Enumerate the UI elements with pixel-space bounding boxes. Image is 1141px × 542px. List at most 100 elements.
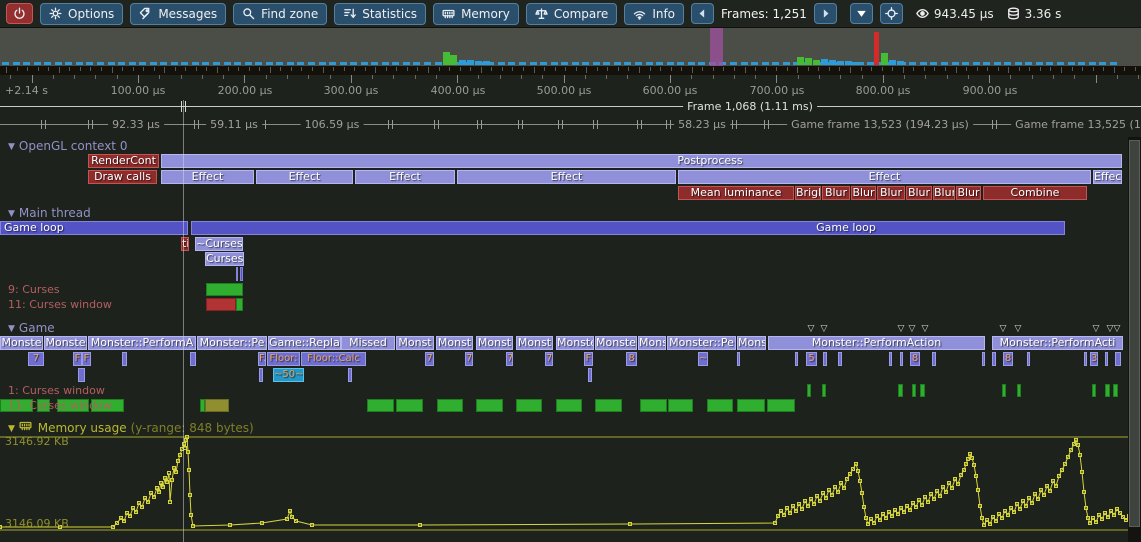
zone-bar[interactable]: 8	[910, 352, 920, 366]
options-button[interactable]: Options	[40, 3, 123, 25]
frame-bar[interactable]	[994, 62, 1001, 65]
lock-bar[interactable]	[1105, 384, 1110, 397]
frame-bar[interactable]	[1004, 62, 1011, 65]
frame-bar[interactable]	[65, 62, 72, 65]
frame-bar[interactable]	[1036, 62, 1043, 65]
zone-bar[interactable]: Blur	[851, 186, 876, 200]
zone-bar[interactable]: 7	[545, 352, 553, 366]
collapsed-zones-marker[interactable]: ▽	[1093, 324, 1100, 334]
frame-bar[interactable]	[624, 62, 631, 65]
frame-bar[interactable]	[483, 61, 490, 65]
zone-bar[interactable]: Monster::PerformAction	[768, 336, 985, 350]
scrollbar[interactable]	[1128, 137, 1141, 542]
frame-bar[interactable]	[392, 62, 399, 65]
zone-bar[interactable]: F	[584, 352, 593, 366]
zone-bar[interactable]	[259, 368, 263, 382]
frame-bar[interactable]	[874, 32, 879, 65]
frame-bar[interactable]	[266, 62, 273, 65]
frame-bar[interactable]	[762, 62, 769, 65]
frame-bar[interactable]	[297, 62, 304, 65]
selected-frame-highlight[interactable]	[710, 28, 723, 66]
zone-bar[interactable]: Game loop	[0, 221, 188, 235]
zone-bar[interactable]: F	[73, 352, 82, 366]
lock-bar[interactable]	[556, 399, 582, 412]
zone-bar[interactable]: Blur	[877, 186, 905, 200]
lock-bar[interactable]	[707, 399, 733, 412]
frame-bar[interactable]	[973, 62, 980, 65]
game-frame-band[interactable]: 92.33 µs59.11 µs106.59 µs58.23 µsGame fr…	[0, 116, 1141, 133]
zone-bar[interactable]: Monste	[44, 336, 87, 350]
frame-band[interactable]: Frame 1,068 (1.11 ms)	[0, 100, 1141, 114]
zone-bar[interactable]: Draw calls	[88, 170, 157, 184]
frame-bar[interactable]	[202, 62, 209, 65]
zone-bar[interactable]: Effect	[457, 170, 676, 184]
frame-bar[interactable]	[688, 62, 695, 65]
zone-bar[interactable]: Effect	[256, 170, 353, 184]
zone-bar[interactable]: Monster::Pe	[667, 336, 736, 350]
lock-bar[interactable]	[767, 399, 795, 412]
frame-bar[interactable]	[181, 62, 188, 65]
lock-bar[interactable]	[437, 399, 463, 412]
zone-bar[interactable]: Missed	[341, 336, 395, 350]
zone-bar[interactable]	[823, 352, 827, 366]
zone-bar[interactable]: RenderCont	[88, 154, 159, 168]
frame-bar[interactable]	[983, 62, 990, 65]
frame-bar[interactable]	[1025, 62, 1032, 65]
lock-bar[interactable]	[516, 399, 542, 412]
lock-bar[interactable]	[1092, 384, 1096, 397]
zone-bar[interactable]: Monster::PerformActi	[992, 336, 1123, 350]
frame-bar[interactable]	[930, 62, 937, 65]
frame-bar[interactable]	[540, 62, 547, 65]
zone-bar[interactable]	[240, 267, 243, 281]
memory-button[interactable]: Memory	[433, 3, 519, 25]
collapsed-zones-marker[interactable]: ▽	[808, 324, 815, 334]
lock-bar[interactable]	[367, 399, 394, 412]
memory-section-header[interactable]: ▼ Memory usage(y-range: 848 bytes)	[8, 419, 254, 435]
lock-bar[interactable]	[822, 384, 826, 397]
lock-bar[interactable]	[595, 399, 622, 412]
frame-bar[interactable]	[741, 62, 748, 65]
frame-bar[interactable]	[86, 62, 93, 65]
main-thread-header[interactable]: ▼Main thread	[8, 206, 91, 220]
lock-bar[interactable]	[206, 298, 236, 311]
frame-bar[interactable]	[255, 62, 262, 65]
frame-bar[interactable]	[1099, 62, 1106, 65]
zone-bar[interactable]: 7	[465, 352, 473, 366]
zone-bar[interactable]: Brigh	[795, 186, 821, 200]
zone-bar[interactable]	[982, 352, 985, 366]
frame-bar[interactable]	[276, 62, 283, 65]
frame-bar[interactable]	[287, 62, 294, 65]
lock-bar[interactable]	[920, 384, 925, 397]
zone-bar[interactable]	[838, 352, 842, 366]
frame-bar[interactable]	[118, 62, 125, 65]
frame-bar[interactable]	[751, 62, 758, 65]
frame-bar[interactable]	[845, 61, 852, 65]
frame-bar[interactable]	[829, 60, 836, 65]
frame-bar[interactable]	[677, 62, 684, 65]
zone-bar[interactable]: Effect	[161, 170, 254, 184]
center-view-button[interactable]	[880, 3, 903, 24]
frame-bar[interactable]	[698, 62, 705, 65]
zone-bar[interactable]: Effect	[678, 170, 1091, 184]
zone-bar[interactable]: Monste	[0, 336, 43, 350]
info-button[interactable]: Info	[624, 3, 684, 25]
zone-bar[interactable]: Monst	[516, 336, 553, 350]
zone-bar[interactable]: Game loop	[191, 221, 1065, 235]
collapsed-zones-marker[interactable]: ▽	[1107, 324, 1114, 334]
frame-bar[interactable]	[467, 60, 474, 65]
statistics-button[interactable]: Statistics	[334, 3, 426, 25]
frame-bar[interactable]	[530, 62, 537, 65]
zone-bar[interactable]: Monster::PerformA	[88, 336, 196, 350]
zone-bar[interactable]	[190, 352, 196, 366]
frame-bar[interactable]	[772, 62, 779, 65]
zone-bar[interactable]: Postprocess	[161, 154, 1122, 168]
frame-bar[interactable]	[837, 61, 844, 65]
zone-bar[interactable]: Monst	[436, 336, 473, 350]
compare-button[interactable]: Compare	[526, 3, 617, 25]
collapsed-zones-marker[interactable]: ▽	[1000, 324, 1007, 334]
frame-bar[interactable]	[245, 62, 252, 65]
zone-bar[interactable]: 7	[506, 352, 513, 366]
zone-bar[interactable]: Mons	[737, 336, 766, 350]
lock-bar[interactable]	[1017, 384, 1021, 397]
zone-bar[interactable]	[348, 368, 352, 382]
